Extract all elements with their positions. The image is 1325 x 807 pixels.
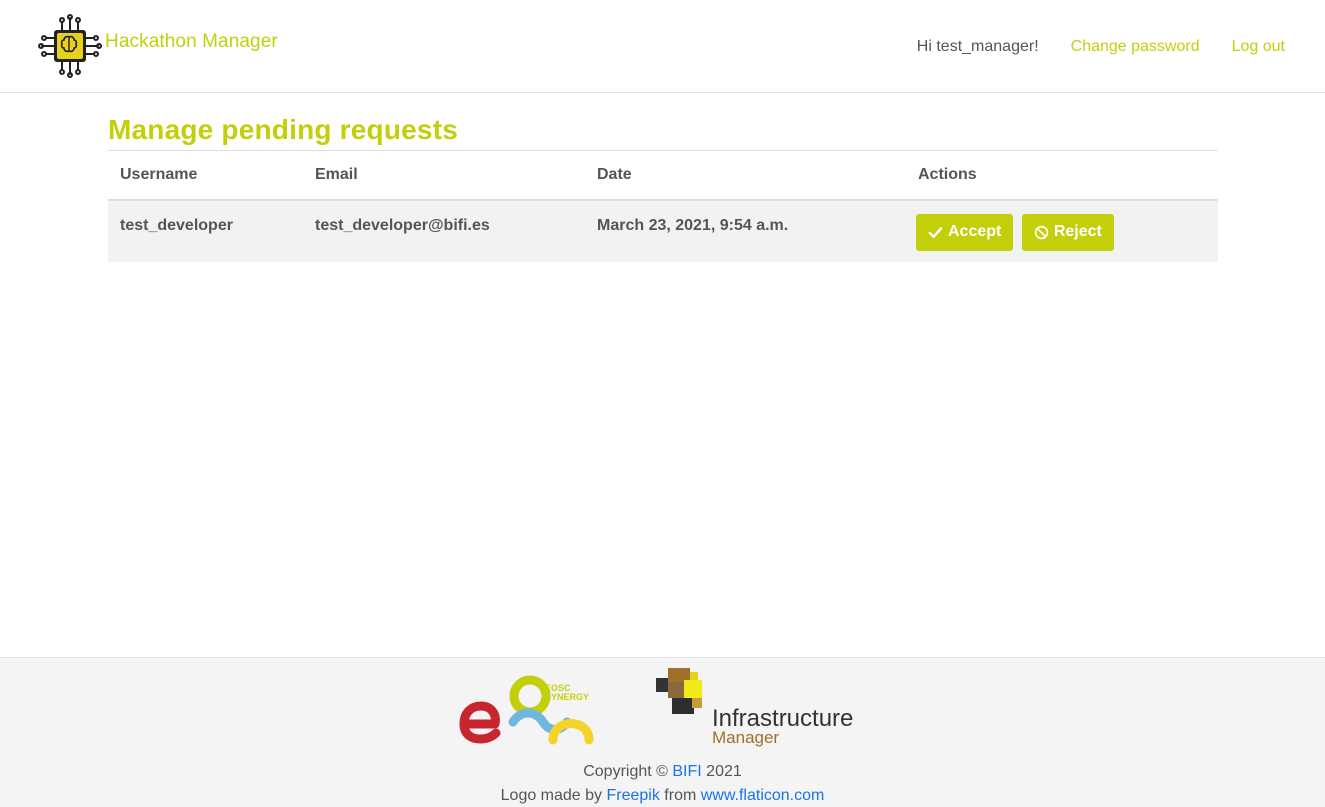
copyright: Copyright © BIFI 2021	[0, 763, 1325, 781]
eosc-synergy-logo[interactable]: EOSC SYNERGY	[455, 674, 600, 746]
flaticon-link[interactable]: www.flaticon.com	[701, 787, 825, 804]
eosc-text-2: SYNERGY	[545, 692, 589, 702]
user-greeting: Hi test_manager!	[916, 38, 1039, 55]
main-content: Manage pending requests Username Email D…	[108, 93, 1218, 262]
footer: EOSC SYNERGY Infrastructure Manager Copy…	[0, 657, 1325, 807]
reject-label: Reject	[1053, 223, 1102, 240]
navbar: Hackathon Manager Hi test_manager! Chang…	[0, 0, 1325, 93]
table-row: test_developer test_developer@bifi.es Ma…	[108, 199, 1218, 262]
cell-date: March 23, 2021, 9:54 a.m.	[597, 216, 789, 234]
column-header-date: Date	[597, 165, 632, 183]
accept-button[interactable]: Accept	[916, 213, 1014, 251]
column-header-actions: Actions	[918, 165, 977, 183]
ban-icon	[1034, 225, 1049, 239]
cell-actions: Accept Reject	[906, 200, 1218, 262]
nav-right: Hi test_manager! Change password Log out	[917, 38, 1285, 56]
pixel-cube-icon	[656, 668, 702, 714]
column-header-email: Email	[315, 165, 358, 183]
page-title: Manage pending requests	[108, 114, 458, 145]
circuit-brain-icon	[38, 14, 102, 78]
pending-requests-table: Username Email Date Actions test_develop…	[108, 150, 1218, 262]
bifi-link[interactable]: BIFI	[672, 763, 701, 780]
logo-credit: Logo made by Freepik from www.flaticon.c…	[0, 787, 1325, 805]
infrastructure-manager-logo[interactable]: Infrastructure Manager	[654, 668, 864, 752]
table-header-row: Username Email Date Actions	[108, 150, 1218, 200]
cell-username: test_developer	[120, 216, 233, 234]
im-logo-subtitle: Manager	[712, 728, 780, 747]
brand-title: Hackathon Manager	[105, 31, 278, 52]
brand-link[interactable]: Hackathon Manager	[38, 14, 278, 78]
cell-email: test_developer@bifi.es	[315, 216, 490, 234]
column-header-username: Username	[120, 165, 198, 183]
copyright-suffix: 2021	[701, 763, 742, 780]
copyright-prefix: Copyright ©	[583, 763, 673, 780]
reject-button[interactable]: Reject	[1021, 213, 1114, 251]
check-icon	[928, 226, 943, 238]
logout-link[interactable]: Log out	[1232, 38, 1285, 56]
accept-label: Accept	[948, 223, 1002, 240]
credit-prefix: Logo made by	[500, 787, 607, 804]
credit-middle: from	[659, 787, 701, 804]
freepik-link[interactable]: Freepik	[607, 787, 660, 804]
change-password-link[interactable]: Change password	[1071, 38, 1200, 56]
